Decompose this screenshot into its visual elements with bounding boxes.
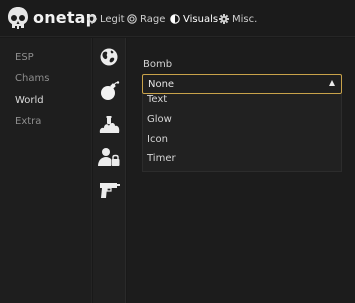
half-circle-icon: [170, 14, 180, 24]
tab-legit[interactable]: Legit: [87, 12, 125, 26]
bomb-dropdown: Text Glow Icon Timer: [142, 94, 342, 172]
smoke-grenade-icon[interactable]: [98, 114, 120, 136]
top-bar: onetap Legit Rage Visuals Misc.: [0, 0, 355, 37]
sidebar: ESP Chams World Extra: [0, 38, 92, 303]
gear-icon: [219, 14, 229, 24]
bomb-icon[interactable]: [98, 80, 120, 102]
bomb-option-text[interactable]: Text: [147, 94, 167, 105]
user-lock-icon[interactable]: [98, 146, 120, 168]
bomb-option-icon[interactable]: Icon: [147, 134, 168, 145]
tab-rage-label: Rage: [140, 13, 166, 25]
category-icon-bar: [93, 38, 126, 303]
target-icon: [127, 14, 137, 24]
tab-misc-label: Misc.: [232, 13, 258, 25]
bomb-select-value: None: [148, 79, 175, 90]
tab-visuals[interactable]: Visuals: [170, 12, 218, 26]
sidebar-item-world[interactable]: World: [15, 95, 44, 106]
tab-visuals-label: Visuals: [183, 13, 219, 25]
caret-up-icon: [329, 80, 335, 86]
bomb-option-timer[interactable]: Timer: [147, 153, 176, 164]
bomb-option-glow[interactable]: Glow: [147, 114, 172, 125]
tab-legit-label: Legit: [100, 13, 125, 25]
tab-rage[interactable]: Rage: [127, 12, 165, 26]
gun-icon[interactable]: [98, 179, 120, 201]
crosshair-icon: [87, 14, 97, 24]
sidebar-item-chams[interactable]: Chams: [15, 73, 49, 84]
skull-logo-icon: [8, 7, 28, 29]
bomb-label: Bomb: [143, 59, 173, 70]
sidebar-item-extra[interactable]: Extra: [15, 116, 41, 127]
bomb-select[interactable]: None: [142, 74, 342, 94]
sidebar-item-esp[interactable]: ESP: [15, 52, 34, 63]
tab-misc[interactable]: Misc.: [219, 12, 257, 26]
globe-icon[interactable]: [98, 46, 120, 68]
